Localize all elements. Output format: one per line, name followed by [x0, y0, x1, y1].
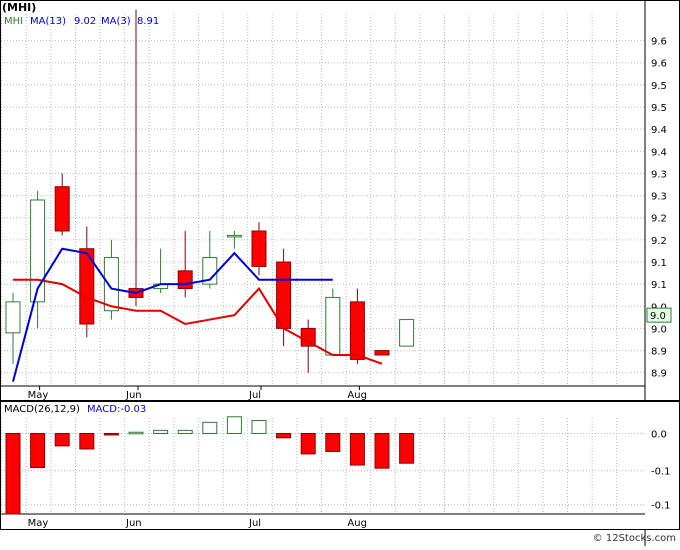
- macd-legend-value: MACD:-0.03: [87, 404, 146, 415]
- price-y-tick-label: 9.6: [651, 59, 667, 70]
- macd-bar: [153, 429, 169, 434]
- price-x-tick-label: May: [28, 390, 49, 401]
- legend-ma13-value: 9.02: [74, 16, 96, 27]
- macd-y-tick-label: -0.1: [651, 501, 671, 512]
- macd-bar: [226, 416, 242, 434]
- macd-x-tick-label: Jun: [125, 518, 142, 529]
- macd-y-tick-label: 0.0: [651, 429, 667, 440]
- candle-body: [374, 350, 390, 356]
- chart-canvas: 8.9 8.9 9.0 9.0 9.1 9.1 9.2 9.2 9.3 9.3 9.4 9.4 9.5 9…: [0, 0, 680, 546]
- price-y-tick-label: 9.5: [651, 103, 667, 114]
- candle-body: [177, 270, 193, 290]
- price-y-tick-label: 9.2: [651, 236, 667, 247]
- current-price-label: 9.0: [650, 311, 666, 322]
- chart-title: (MHI): [2, 1, 37, 14]
- legend-symbol: MHI: [4, 16, 23, 27]
- macd-bar: [103, 432, 119, 436]
- legend-ma13-label: MA(13): [30, 16, 66, 27]
- macd-legend-label: MACD(26,12,9): [4, 404, 80, 415]
- price-x-tick-label: Jun: [125, 390, 142, 401]
- macd-x-tick-label: Jul: [248, 518, 261, 529]
- legend-ma3-label: MA(3): [101, 16, 131, 27]
- price-y-tick-label: 9.3: [651, 192, 667, 203]
- candle-body: [325, 296, 341, 356]
- candle-body: [226, 234, 242, 238]
- macd-bar: [276, 432, 292, 439]
- price-x-tick-label: Jul: [248, 390, 261, 401]
- macd-x-tick-label: Aug: [347, 518, 367, 529]
- macd-bar: [325, 432, 341, 452]
- candle-body: [103, 257, 119, 312]
- watermark: © 12Stocks.com: [592, 533, 676, 544]
- macd-bar: [251, 419, 267, 434]
- macd-panel-frame: [0, 401, 680, 530]
- price-y-tick-label: 9.1: [651, 280, 667, 291]
- price-y-tick-label: 9.3: [651, 169, 667, 180]
- legend-ma3-value: 8.91: [137, 16, 159, 27]
- price-y-tick-label: 9.5: [651, 81, 667, 92]
- macd-bar: [177, 429, 193, 434]
- macd-bar: [202, 421, 218, 434]
- price-y-tick-label: 9.4: [651, 125, 667, 136]
- macd-bar: [349, 432, 365, 466]
- macd-bar: [374, 432, 390, 469]
- candle-body: [30, 199, 46, 303]
- candle-body: [349, 301, 365, 360]
- candle-body: [5, 301, 21, 334]
- chart-container: 8.9 8.9 9.0 9.0 9.1 9.1 9.2 9.2 9.3 9.3 9.4 9.4 9.5 9…: [0, 0, 680, 546]
- price-x-tick-label: Aug: [347, 390, 367, 401]
- macd-y-tick-label: -0.1: [651, 467, 671, 478]
- price-y-tick-label: 9.1: [651, 258, 667, 269]
- macd-bar: [54, 432, 70, 447]
- macd-bar: [300, 432, 316, 455]
- candle-body: [251, 230, 267, 267]
- candle-body: [276, 261, 292, 329]
- price-y-tick-label: 9.6: [651, 37, 667, 48]
- macd-bar: [5, 432, 21, 515]
- macd-bar: [128, 431, 144, 435]
- candle-body: [399, 319, 415, 347]
- price-y-tick-label: 9.0: [651, 324, 667, 335]
- macd-x-tick-label: May: [28, 518, 49, 529]
- candle-body: [54, 186, 70, 232]
- macd-bar: [399, 432, 415, 464]
- price-y-tick-label: 9.2: [651, 214, 667, 225]
- macd-bar: [79, 432, 95, 450]
- macd-bar: [30, 432, 46, 469]
- price-y-tick-label: 8.9: [651, 369, 667, 380]
- price-y-tick-label: 9.4: [651, 147, 667, 158]
- price-y-tick-label: 8.9: [651, 347, 667, 358]
